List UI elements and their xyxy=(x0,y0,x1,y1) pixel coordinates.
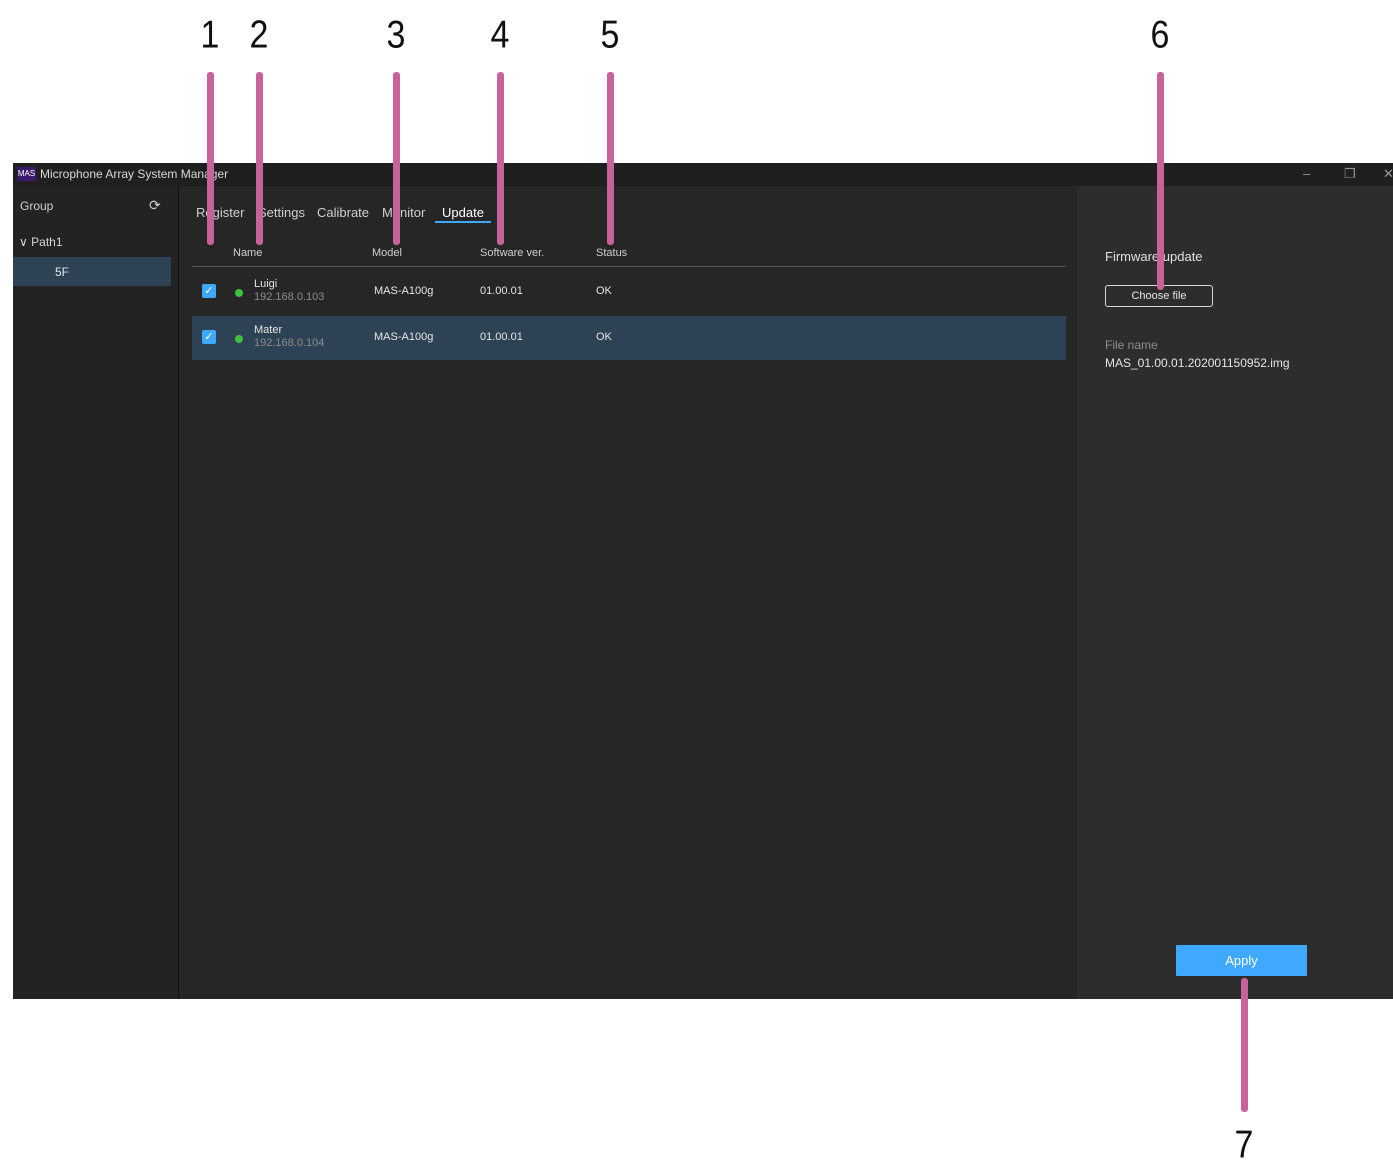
callout-line-1 xyxy=(207,72,214,245)
tab-settings[interactable]: Settings xyxy=(258,205,305,220)
firmware-panel: Firmware update Choose file File name MA… xyxy=(1077,186,1393,999)
callout-5: 5 xyxy=(600,13,620,57)
row-checkbox[interactable]: ✓ xyxy=(202,330,216,344)
device-model: MAS-A100g xyxy=(374,331,434,343)
close-button[interactable]: ✕ xyxy=(1383,166,1393,182)
device-name: Luigi xyxy=(254,278,278,290)
callout-line-2 xyxy=(256,72,263,245)
file-name-value: MAS_01.00.01.202001150952.img xyxy=(1105,356,1290,370)
status-indicator xyxy=(235,335,243,343)
device-software: 01.00.01 xyxy=(480,285,523,297)
restore-button[interactable]: ❐ xyxy=(1344,166,1356,182)
active-tab-indicator xyxy=(435,221,491,223)
device-ip: 192.168.0.103 xyxy=(254,291,325,303)
file-name-label: File name xyxy=(1105,338,1158,352)
callout-7: 7 xyxy=(1234,1123,1254,1167)
column-header-status: Status xyxy=(596,247,628,259)
sidebar-item-5f[interactable]: 5F xyxy=(13,257,171,286)
apply-button[interactable]: Apply xyxy=(1176,945,1307,976)
tab-monitor[interactable]: Monitor xyxy=(382,205,425,220)
callout-line-6 xyxy=(1157,72,1164,290)
app-window: MAS Microphone Array System Manager – ❐ … xyxy=(13,163,1393,999)
callout-4: 4 xyxy=(490,13,510,57)
device-status: OK xyxy=(596,331,612,343)
callout-2: 2 xyxy=(249,13,269,57)
refresh-icon[interactable]: ⟳ xyxy=(149,197,161,214)
device-status: OK xyxy=(596,285,612,297)
callout-line-4 xyxy=(497,72,504,245)
main-panel: Register Settings Calibrate Monitor Upda… xyxy=(179,186,1077,999)
firmware-update-title: Firmware update xyxy=(1105,249,1203,264)
row-checkbox[interactable]: ✓ xyxy=(202,284,216,298)
minimize-button[interactable]: – xyxy=(1303,166,1310,181)
tab-register[interactable]: Register xyxy=(196,205,244,220)
tab-calibrate[interactable]: Calibrate xyxy=(317,205,369,220)
column-header-software: Software ver. xyxy=(480,247,545,259)
table-row[interactable]: ✓ Mater 192.168.0.104 MAS-A100g 01.00.01… xyxy=(192,316,1066,360)
device-software: 01.00.01 xyxy=(480,331,523,343)
title-bar: MAS Microphone Array System Manager – ❐ … xyxy=(13,163,1393,186)
tree-node-path1[interactable]: ∨ Path1 xyxy=(19,235,63,249)
callout-1: 1 xyxy=(200,13,220,57)
app-title: Microphone Array System Manager xyxy=(40,167,229,181)
column-header-name: Name xyxy=(233,247,263,259)
device-model: MAS-A100g xyxy=(374,285,434,297)
callout-3: 3 xyxy=(386,13,406,57)
callout-line-3 xyxy=(393,72,400,245)
callout-line-7 xyxy=(1241,978,1248,1112)
tab-update[interactable]: Update xyxy=(442,205,484,220)
header-divider xyxy=(192,266,1066,267)
callout-6: 6 xyxy=(1150,13,1170,57)
table-row[interactable]: ✓ Luigi 192.168.0.103 MAS-A100g 01.00.01… xyxy=(192,270,1066,314)
sidebar-item-label: 5F xyxy=(55,265,70,279)
status-indicator xyxy=(235,289,243,297)
device-name: Mater xyxy=(254,324,283,336)
device-ip: 192.168.0.104 xyxy=(254,337,325,349)
group-label: Group xyxy=(20,199,54,213)
path-label: Path1 xyxy=(31,235,63,249)
chevron-down-icon: ∨ xyxy=(19,235,28,249)
column-header-model: Model xyxy=(372,247,402,259)
sidebar: Group ⟳ ∨ Path1 5F xyxy=(13,186,179,999)
callout-line-5 xyxy=(607,72,614,245)
app-logo: MAS xyxy=(17,167,36,181)
